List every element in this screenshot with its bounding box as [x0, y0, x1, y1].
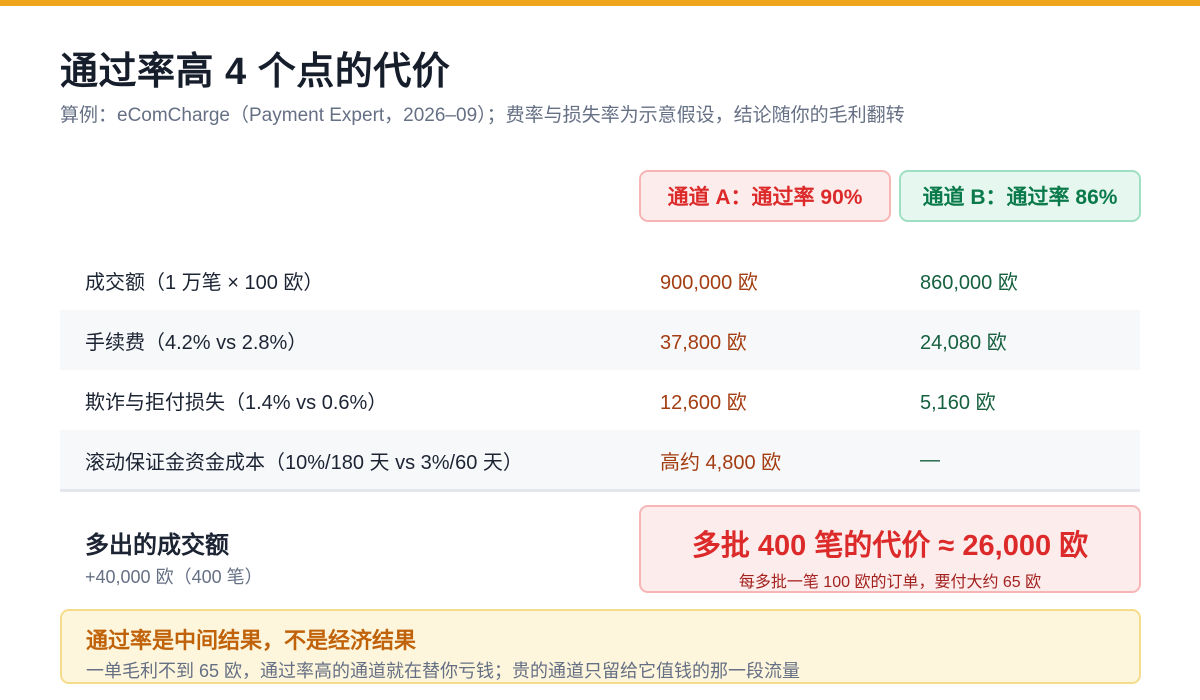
channel-a-value: 900,000 欧	[660, 271, 758, 294]
page-title: 通过率高 4 个点的代价	[60, 51, 451, 93]
cost-callout: 多批 400 笔的代价 ≈ 26,000 欧 每多批一笔 100 欧的订单，要付…	[639, 505, 1141, 593]
conclusion-title: 通过率是中间结果，不是经济结果	[86, 628, 417, 653]
cost-callout-sub: 每多批一笔 100 欧的订单，要付大约 65 欧	[738, 574, 1042, 591]
channel-a-header: 通道 A：通过率 90%	[639, 170, 891, 222]
channel-a-value: 12,600 欧	[660, 391, 747, 414]
channel-a-value: 37,800 欧	[660, 331, 747, 354]
conclusion-text: 一单毛利不到 65 欧，通过率高的通道就在替你亏钱；贵的通道只留给它值钱的那一段…	[86, 661, 801, 681]
table-row-fees: 手续费（4.2% vs 2.8%） 37,800 欧 24,080 欧	[60, 310, 1140, 370]
table-row-reserve: 滚动保证金资金成本（10%/180 天 vs 3%/60 天） 高约 4,800…	[60, 430, 1140, 490]
cost-callout-main: 多批 400 笔的代价 ≈ 26,000 欧	[691, 530, 1089, 562]
row-label: 手续费（4.2% vs 2.8%）	[85, 331, 308, 354]
channel-b-value: 24,080 欧	[920, 331, 1007, 354]
table-row-volume: 成交额（1 万笔 × 100 欧） 900,000 欧 860,000 欧	[60, 250, 1140, 310]
channel-b-value: 5,160 欧	[920, 391, 996, 414]
table-row-fraud: 欺诈与拒付损失（1.4% vs 0.6%） 12,600 欧 5,160 欧	[60, 370, 1140, 430]
channel-b-value: —	[920, 448, 940, 471]
conclusion-note: 通过率是中间结果，不是经济结果 一单毛利不到 65 欧，通过率高的通道就在替你亏…	[60, 609, 1141, 684]
channel-a-value: 高约 4,800 欧	[660, 451, 782, 474]
extra-volume-label: 多出的成交额	[85, 532, 229, 559]
channel-b-value: 860,000 欧	[920, 271, 1018, 294]
table-divider	[60, 489, 1140, 492]
row-label: 滚动保证金资金成本（10%/180 天 vs 3%/60 天）	[85, 451, 523, 474]
extra-volume-sub: +40,000 欧（400 笔）	[85, 567, 263, 587]
row-label: 成交额（1 万笔 × 100 欧）	[85, 271, 324, 294]
channel-b-header: 通道 B：通过率 86%	[899, 170, 1141, 222]
row-label: 欺诈与拒付损失（1.4% vs 0.6%）	[85, 391, 388, 414]
accent-top-bar	[0, 0, 1200, 6]
page-subtitle: 算例：eComCharge（Payment Expert，2026–09）；费率…	[60, 105, 905, 126]
